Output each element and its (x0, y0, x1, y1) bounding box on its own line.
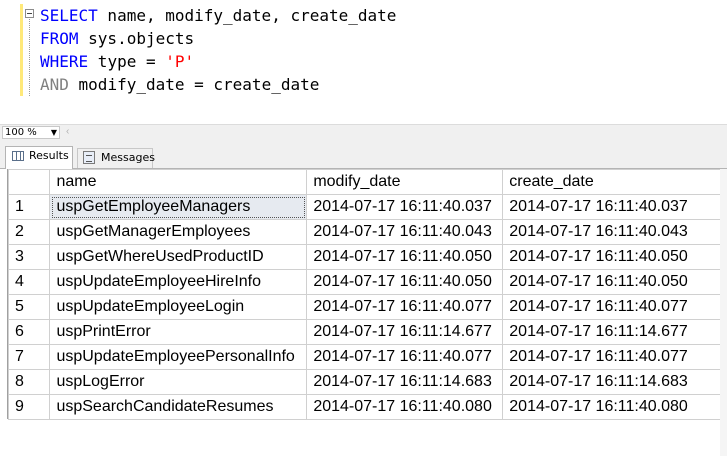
grid-icon (12, 151, 24, 161)
row-number[interactable]: 7 (7, 344, 51, 370)
messages-icon (83, 151, 95, 164)
table-row[interactable]: 2 uspGetManagerEmployees 2014-07-17 16:1… (7, 219, 722, 245)
modify-date-cell[interactable]: 2014-07-17 16:11:40.037 (306, 194, 504, 220)
query-editor[interactable]: SELECT name, modify_date, create_date FR… (0, 0, 727, 124)
column-header-modify-date[interactable]: modify_date (306, 169, 504, 195)
results-tabbar: Results Messages (0, 140, 727, 169)
create-date-cell[interactable]: 2014-07-17 16:11:40.037 (502, 194, 722, 220)
keyword-where: WHERE (40, 52, 89, 71)
name-cell[interactable]: uspPrintError (49, 319, 308, 345)
modify-date-cell[interactable]: 2014-07-17 16:11:14.683 (306, 369, 504, 395)
create-date-cell[interactable]: 2014-07-17 16:11:14.683 (502, 369, 722, 395)
row-number[interactable]: 8 (7, 369, 51, 395)
zoom-value: 100 % (5, 127, 37, 138)
table-row[interactable]: 9 uspSearchCandidateResumes 2014-07-17 1… (7, 394, 722, 420)
modify-date-cell[interactable]: 2014-07-17 16:11:40.043 (306, 219, 504, 245)
table-row[interactable]: 3 uspGetWhereUsedProductID 2014-07-17 16… (7, 244, 722, 270)
create-date-cell[interactable]: 2014-07-17 16:11:40.080 (502, 394, 722, 420)
column-header-name[interactable]: name (49, 169, 308, 195)
zoom-dropdown[interactable]: 100 % ▼ (2, 126, 60, 139)
modify-date-cell[interactable]: 2014-07-17 16:11:40.077 (306, 344, 504, 370)
code-line-3: WHERE type = 'P' (40, 52, 194, 71)
table-row[interactable]: 6 uspPrintError 2014-07-17 16:11:14.677 … (7, 319, 722, 345)
scroll-left-icon[interactable]: ‹ (66, 126, 69, 137)
select-columns: name, modify_date, create_date (97, 6, 397, 25)
table-row[interactable]: 8 uspLogError 2014-07-17 16:11:14.683 20… (7, 369, 722, 395)
modify-date-cell[interactable]: 2014-07-17 16:11:40.050 (306, 269, 504, 295)
collapse-icon[interactable] (25, 9, 34, 18)
results-table: name modify_date create_date 1 uspGetEmp… (7, 169, 722, 420)
tab-results-label: Results (29, 149, 69, 162)
keyword-and: AND (40, 75, 69, 94)
zoom-bar: 100 % ▼ ‹ (0, 124, 727, 141)
and-condition: modify_date = create_date (68, 75, 320, 94)
code-line-4: AND modify_date = create_date (40, 75, 319, 94)
row-number-header[interactable] (7, 169, 51, 195)
dropdown-arrow-icon[interactable]: ▼ (51, 127, 57, 138)
create-date-cell[interactable]: 2014-07-17 16:11:14.677 (502, 319, 722, 345)
row-number[interactable]: 6 (7, 319, 51, 345)
name-cell[interactable]: uspGetWhereUsedProductID (49, 244, 308, 270)
code-line-1: SELECT name, modify_date, create_date (40, 6, 396, 25)
keyword-select: SELECT (40, 6, 98, 25)
row-number[interactable]: 9 (7, 394, 51, 420)
name-cell[interactable]: uspUpdateEmployeePersonalInfo (49, 344, 308, 370)
from-table: sys.objects (78, 29, 195, 48)
create-date-cell[interactable]: 2014-07-17 16:11:40.050 (502, 244, 722, 270)
tab-messages-label: Messages (101, 151, 155, 164)
name-cell[interactable]: uspGetManagerEmployees (49, 219, 308, 245)
modify-date-cell[interactable]: 2014-07-17 16:11:40.050 (306, 244, 504, 270)
sql-code[interactable]: SELECT name, modify_date, create_date FR… (40, 4, 396, 96)
results-grid[interactable]: name modify_date create_date 1 uspGetEmp… (7, 169, 722, 420)
table-row[interactable]: 4 uspUpdateEmployeeHireInfo 2014-07-17 1… (7, 269, 722, 295)
name-cell[interactable]: uspLogError (49, 369, 308, 395)
modify-date-cell[interactable]: 2014-07-17 16:11:40.080 (306, 394, 504, 420)
keyword-from: FROM (40, 29, 79, 48)
table-row[interactable]: 1 uspGetEmployeeManagers 2014-07-17 16:1… (7, 194, 722, 220)
row-number[interactable]: 3 (7, 244, 51, 270)
tab-messages[interactable]: Messages (77, 148, 155, 168)
create-date-cell[interactable]: 2014-07-17 16:11:40.077 (502, 344, 722, 370)
table-row[interactable]: 7 uspUpdateEmployeePersonalInfo 2014-07-… (7, 344, 722, 370)
create-date-cell[interactable]: 2014-07-17 16:11:40.050 (502, 269, 722, 295)
where-condition: type = (88, 52, 166, 71)
grid-vertical-scrollbar[interactable] (720, 169, 727, 456)
code-line-2: FROM sys.objects (40, 29, 194, 48)
header-row: name modify_date create_date (7, 169, 722, 195)
row-number[interactable]: 1 (7, 194, 51, 220)
column-header-create-date[interactable]: create_date (502, 169, 722, 195)
modify-date-cell[interactable]: 2014-07-17 16:11:40.077 (306, 294, 504, 320)
string-literal: 'P' (165, 52, 195, 71)
row-number[interactable]: 5 (7, 294, 51, 320)
name-cell[interactable]: uspGetEmployeeManagers (49, 194, 308, 220)
create-date-cell[interactable]: 2014-07-17 16:11:40.043 (502, 219, 722, 245)
name-cell[interactable]: uspUpdateEmployeeHireInfo (49, 269, 308, 295)
name-cell[interactable]: uspSearchCandidateResumes (49, 394, 308, 420)
fold-guide (29, 19, 31, 96)
table-row[interactable]: 5 uspUpdateEmployeeLogin 2014-07-17 16:1… (7, 294, 722, 320)
name-cell[interactable]: uspUpdateEmployeeLogin (49, 294, 308, 320)
modify-date-cell[interactable]: 2014-07-17 16:11:14.677 (306, 319, 504, 345)
create-date-cell[interactable]: 2014-07-17 16:11:40.077 (502, 294, 722, 320)
tab-results[interactable]: Results (5, 146, 73, 169)
row-number[interactable]: 2 (7, 219, 51, 245)
change-tracking-gutter (20, 4, 23, 96)
row-number[interactable]: 4 (7, 269, 51, 295)
